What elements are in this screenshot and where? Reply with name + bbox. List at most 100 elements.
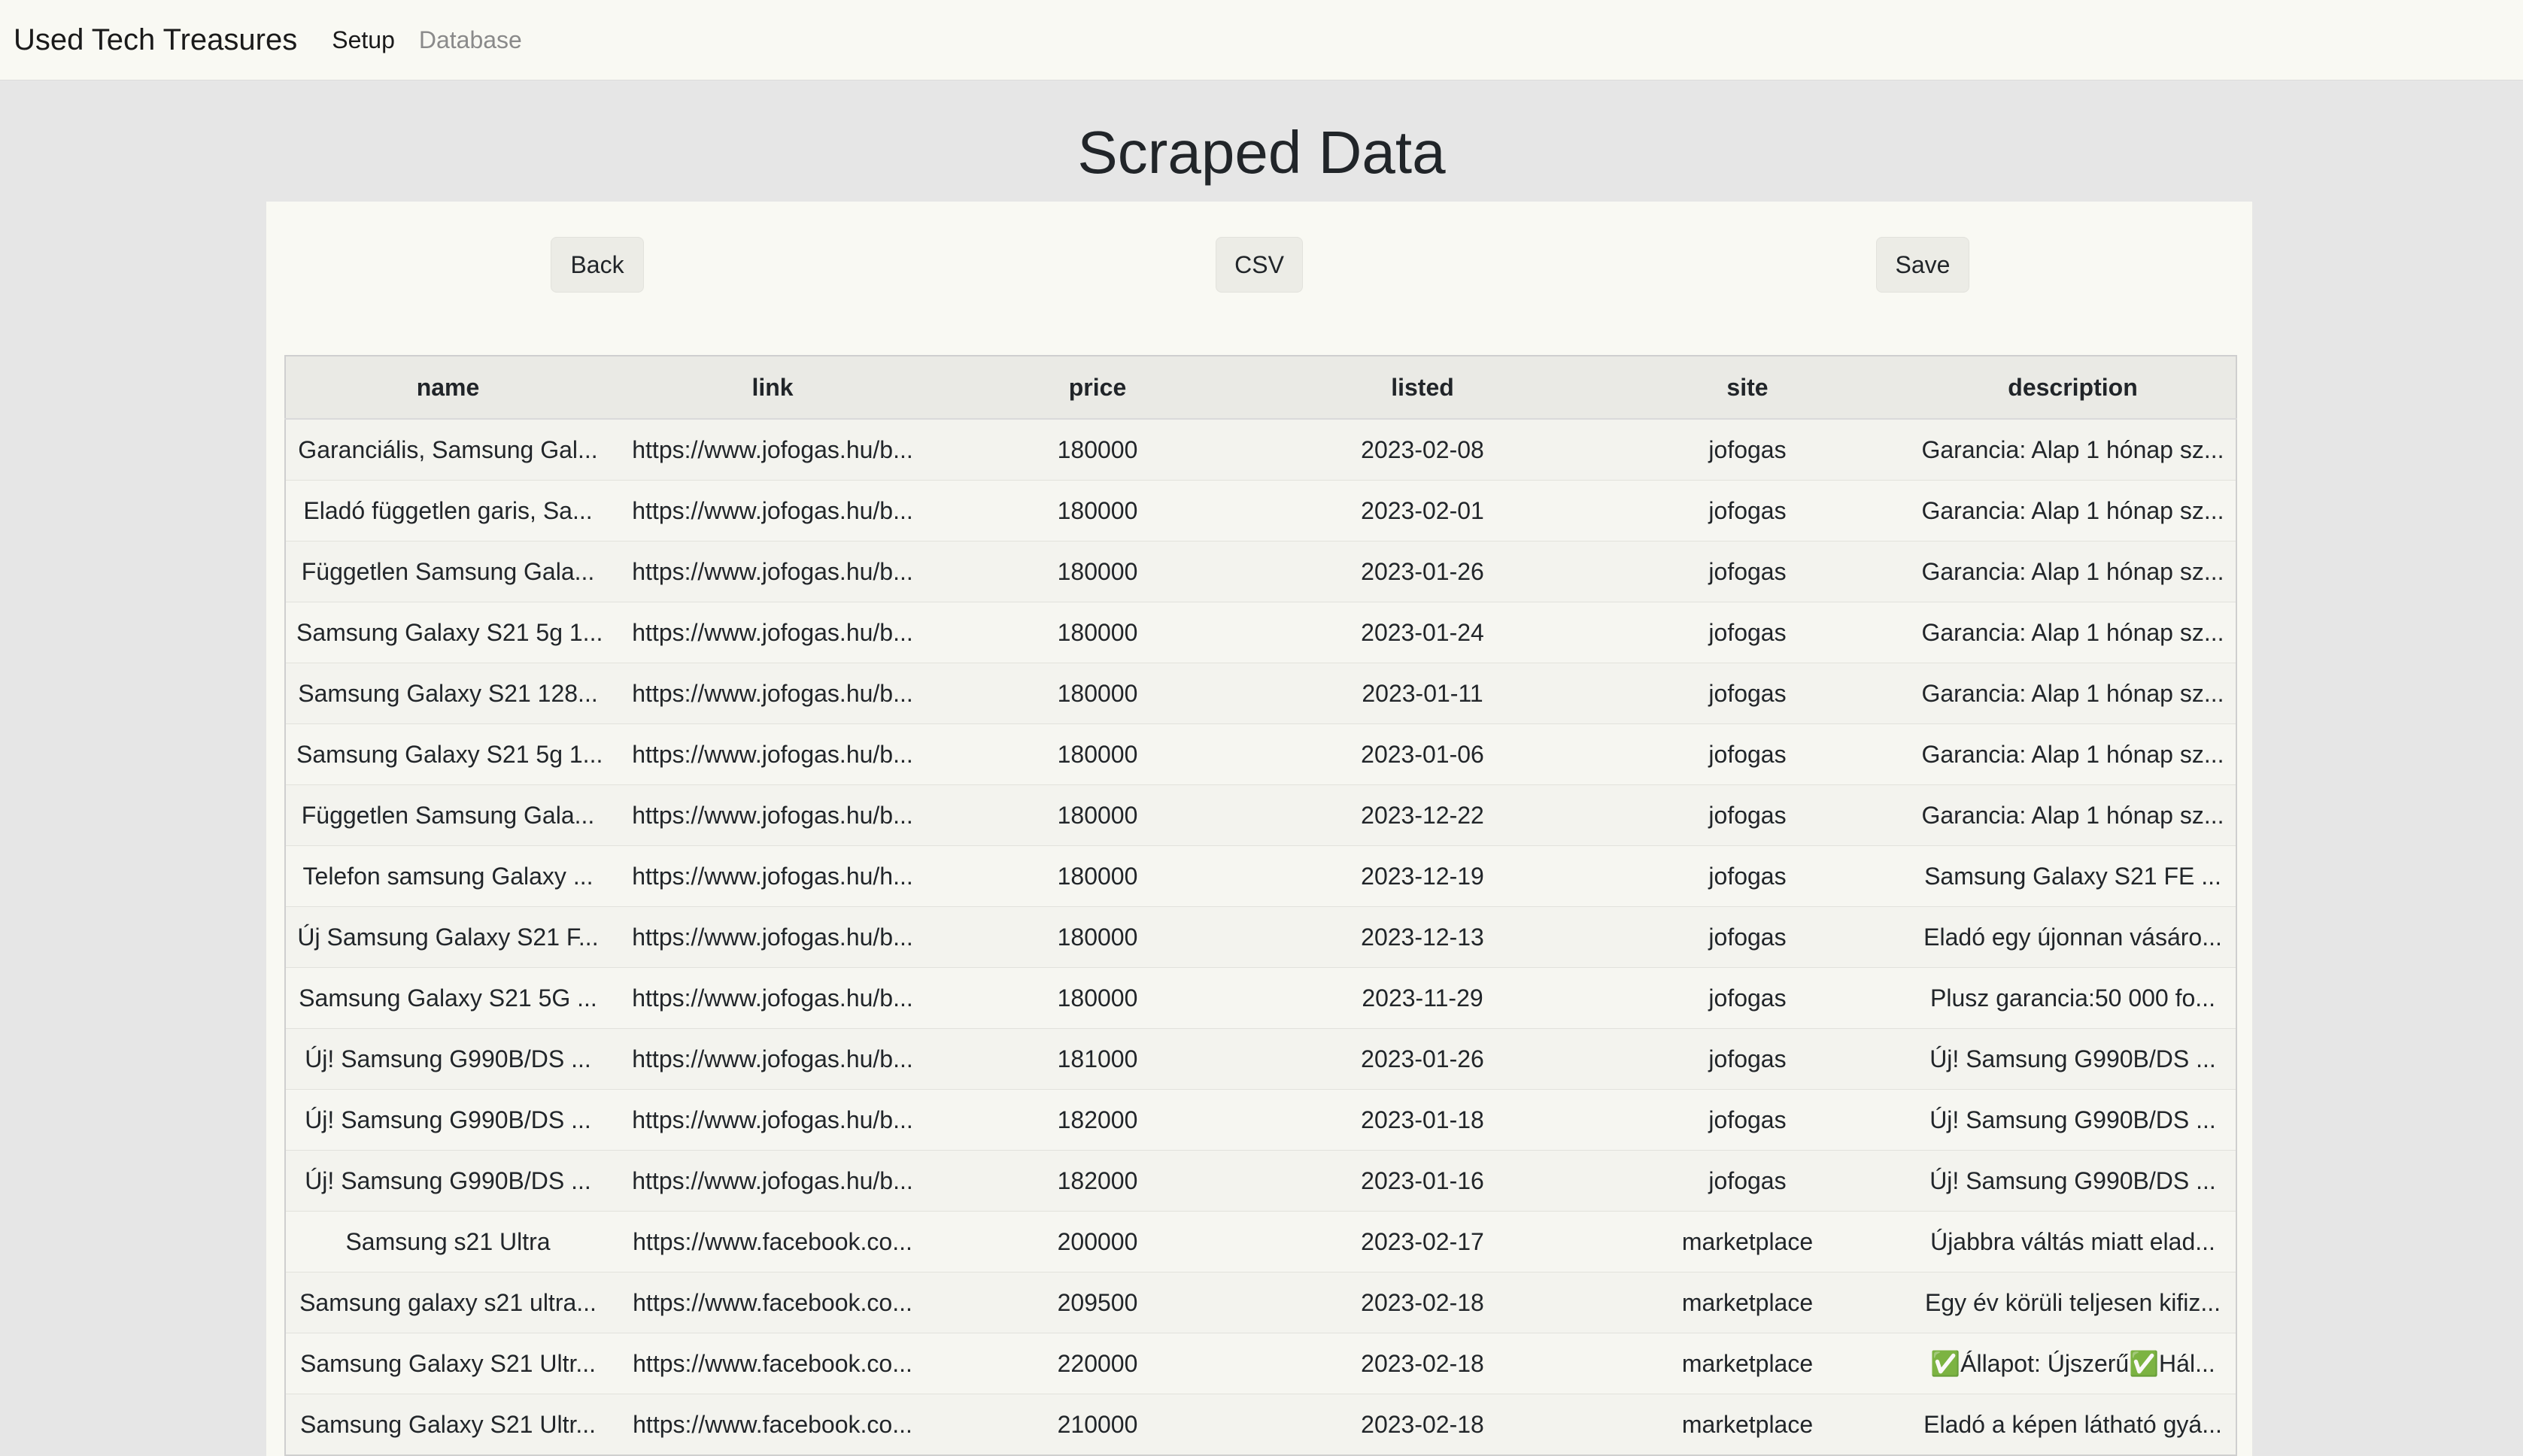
top-navbar: Used Tech Treasures Setup Database [0, 0, 2523, 80]
column-header-name[interactable]: name [285, 356, 610, 420]
cell-description: Garancia: Alap 1 hónap sz... [1910, 723, 2236, 785]
cell-price: 180000 [935, 845, 1260, 907]
table-row[interactable]: Garanciális, Samsung Gal... https://www.j… [285, 418, 2236, 481]
cell-name: Samsung Galaxy S21 5G ... [285, 967, 610, 1029]
cell-site: jofogas [1585, 906, 1910, 968]
cell-price: 180000 [935, 480, 1260, 541]
table-body: Garanciális, Samsung Gal... https://www.j… [285, 418, 2236, 1455]
cell-name: Új! Samsung G990B/DS ... [285, 1150, 610, 1212]
cell-description: Új! Samsung G990B/DS ... [1910, 1028, 2236, 1090]
table-row[interactable]: Független Samsung Gala... https://www.jof… [285, 541, 2236, 602]
cell-listed: 2023-12-19 [1260, 845, 1585, 907]
cell-site: jofogas [1585, 723, 1910, 785]
cell-site: jofogas [1585, 784, 1910, 846]
table-row[interactable]: Új! Samsung G990B/DS ... https://www.jofo… [285, 1150, 2236, 1212]
csv-export-button[interactable]: CSV [1216, 237, 1303, 293]
table-row[interactable]: Samsung Galaxy S21 Ultr... https://www.fa… [285, 1333, 2236, 1394]
cell-price: 220000 [935, 1333, 1260, 1394]
cell-listed: 2023-02-18 [1260, 1272, 1585, 1333]
cell-listed: 2023-01-26 [1260, 541, 1585, 602]
cell-site: jofogas [1585, 418, 1910, 481]
cell-description: Garancia: Alap 1 hónap sz... [1910, 418, 2236, 481]
cell-link[interactable]: https://www.jofogas.hu/b... [610, 1089, 935, 1151]
cell-name: Samsung Galaxy S21 Ultr... [285, 1394, 610, 1455]
table-row[interactable]: Új! Samsung G990B/DS ... https://www.jofo… [285, 1089, 2236, 1151]
cell-description: Garancia: Alap 1 hónap sz... [1910, 663, 2236, 724]
cell-price: 200000 [935, 1211, 1260, 1272]
cell-price: 182000 [935, 1150, 1260, 1212]
cell-link[interactable]: https://www.jofogas.hu/b... [610, 418, 935, 481]
table-header: name link price listed site description [285, 356, 2236, 420]
cell-name: Új Samsung Galaxy S21 F... [285, 906, 610, 968]
cell-name: Független Samsung Gala... [285, 784, 610, 846]
table-row[interactable]: Samsung Galaxy S21 5g 1... https://www.jo… [285, 602, 2236, 663]
column-header-listed[interactable]: listed [1260, 356, 1585, 420]
cell-price: 182000 [935, 1089, 1260, 1151]
cell-listed: 2023-01-24 [1260, 602, 1585, 663]
cell-link[interactable]: https://www.facebook.co... [610, 1211, 935, 1272]
nav-link-database[interactable]: Database [419, 26, 522, 54]
cell-description: Egy év körüli teljesen kifiz... [1910, 1272, 2236, 1333]
cell-listed: 2023-02-18 [1260, 1394, 1585, 1455]
cell-price: 209500 [935, 1272, 1260, 1333]
table-header-row: name link price listed site description [285, 356, 2236, 420]
cell-listed: 2023-02-18 [1260, 1333, 1585, 1394]
column-header-price[interactable]: price [935, 356, 1260, 420]
cell-listed: 2023-02-08 [1260, 418, 1585, 481]
cell-description: Eladó a képen látható gyá... [1910, 1394, 2236, 1455]
nav-link-setup[interactable]: Setup [332, 26, 395, 54]
cell-price: 180000 [935, 663, 1260, 724]
cell-site: jofogas [1585, 602, 1910, 663]
cell-description: Samsung Galaxy S21 FE ... [1910, 845, 2236, 907]
cell-name: Samsung Galaxy S21 5g 1... [285, 723, 610, 785]
cell-site: jofogas [1585, 541, 1910, 602]
cell-link[interactable]: https://www.jofogas.hu/b... [610, 723, 935, 785]
cell-name: Új! Samsung G990B/DS ... [285, 1028, 610, 1090]
cell-link[interactable]: https://www.jofogas.hu/b... [610, 1028, 935, 1090]
cell-name: Független Samsung Gala... [285, 541, 610, 602]
cell-listed: 2023-02-17 [1260, 1211, 1585, 1272]
cell-description: Plusz garancia:50 000 fo... [1910, 967, 2236, 1029]
table-row[interactable]: Telefon samsung Galaxy ... https://www.jo… [285, 845, 2236, 907]
cell-link[interactable]: https://www.jofogas.hu/b... [610, 784, 935, 846]
cell-link[interactable]: https://www.jofogas.hu/b... [610, 1150, 935, 1212]
cell-link[interactable]: https://www.jofogas.hu/b... [610, 480, 935, 541]
table-row[interactable]: Samsung Galaxy S21 128... https://www.jof… [285, 663, 2236, 724]
back-button[interactable]: Back [551, 237, 644, 293]
cell-name: Samsung Galaxy S21 Ultr... [285, 1333, 610, 1394]
cell-listed: 2023-01-18 [1260, 1089, 1585, 1151]
table-row[interactable]: Új! Samsung G990B/DS ... https://www.jofo… [285, 1028, 2236, 1090]
cell-price: 181000 [935, 1028, 1260, 1090]
cell-listed: 2023-01-11 [1260, 663, 1585, 724]
cell-listed: 2023-01-16 [1260, 1150, 1585, 1212]
column-header-site[interactable]: site [1585, 356, 1910, 420]
save-button[interactable]: Save [1876, 237, 1969, 293]
table-row[interactable]: Samsung Galaxy S21 5g 1... https://www.jo… [285, 723, 2236, 785]
cell-price: 180000 [935, 967, 1260, 1029]
cell-site: jofogas [1585, 1028, 1910, 1090]
brand-logo-text[interactable]: Used Tech Treasures [14, 23, 297, 57]
cell-link[interactable]: https://www.facebook.co... [610, 1272, 935, 1333]
cell-name: Samsung Galaxy S21 5g 1... [285, 602, 610, 663]
cell-listed: 2023-11-29 [1260, 967, 1585, 1029]
column-header-link[interactable]: link [610, 356, 935, 420]
table-row[interactable]: Samsung Galaxy S21 Ultr... https://www.fa… [285, 1394, 2236, 1455]
cell-link[interactable]: https://www.jofogas.hu/b... [610, 663, 935, 724]
cell-listed: 2023-12-22 [1260, 784, 1585, 846]
table-row[interactable]: Samsung galaxy s21 ultra... https://www.f… [285, 1272, 2236, 1333]
cell-link[interactable]: https://www.facebook.co... [610, 1333, 935, 1394]
table-row[interactable]: Samsung s21 Ultra https://www.facebook.co… [285, 1211, 2236, 1272]
table-row[interactable]: Új Samsung Galaxy S21 F... https://www.jo… [285, 906, 2236, 968]
column-header-description[interactable]: description [1910, 356, 2236, 420]
cell-price: 180000 [935, 541, 1260, 602]
cell-link[interactable]: https://www.jofogas.hu/b... [610, 541, 935, 602]
cell-link[interactable]: https://www.jofogas.hu/b... [610, 602, 935, 663]
table-row[interactable]: Samsung Galaxy S21 5G ... https://www.jof… [285, 967, 2236, 1029]
cell-link[interactable]: https://www.jofogas.hu/b... [610, 906, 935, 968]
table-row[interactable]: Független Samsung Gala... https://www.jof… [285, 784, 2236, 846]
cell-link[interactable]: https://www.facebook.co... [610, 1394, 935, 1455]
cell-name: Garanciális, Samsung Gal... [285, 418, 610, 481]
table-row[interactable]: Eladó független garis, Sa... https://www.… [285, 480, 2236, 541]
cell-link[interactable]: https://www.jofogas.hu/b... [610, 967, 935, 1029]
cell-link[interactable]: https://www.jofogas.hu/h... [610, 845, 935, 907]
